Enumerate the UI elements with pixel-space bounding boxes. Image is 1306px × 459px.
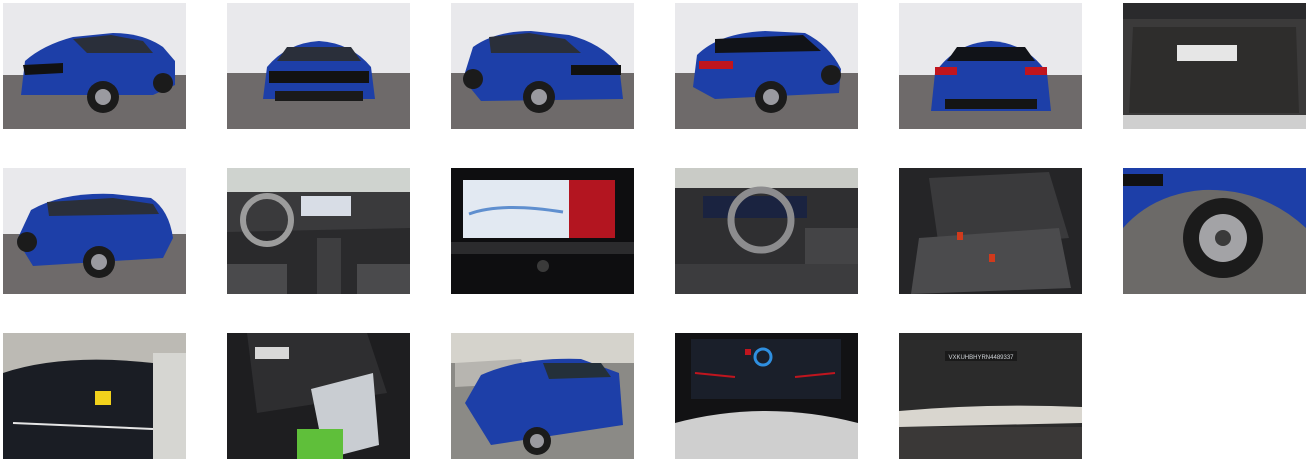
car-front-photo xyxy=(227,3,410,129)
infotainment-screen-photo xyxy=(451,168,634,294)
driver-seat-steering-wheel-photo xyxy=(675,168,858,294)
photo-thumbnail-10[interactable] xyxy=(675,168,858,294)
car-rear-photo xyxy=(899,3,1082,129)
photo-thumbnail-4[interactable] xyxy=(675,3,858,129)
rear-seats-photo xyxy=(899,168,1082,294)
photo-thumbnail-14[interactable] xyxy=(227,333,410,459)
photo-gallery: VXKUHBHYRN4489337 xyxy=(0,0,1306,459)
photo-thumbnail-16[interactable] xyxy=(675,333,858,459)
car-rear-left-photo xyxy=(3,168,186,294)
photo-thumbnail-13[interactable] xyxy=(3,333,186,459)
photo-thumbnail-5[interactable] xyxy=(899,3,1082,129)
wheel-closeup-photo xyxy=(1123,168,1306,294)
photo-thumbnail-1[interactable] xyxy=(3,3,186,129)
vin-plate-photo: VXKUHBHYRN4489337 xyxy=(899,333,1082,459)
photo-thumbnail-3[interactable] xyxy=(451,3,634,129)
photo-thumbnail-2[interactable] xyxy=(227,3,410,129)
roof-closeup-photo xyxy=(3,333,186,459)
photo-thumbnail-12[interactable] xyxy=(1123,168,1306,294)
photo-thumbnail-11[interactable] xyxy=(899,168,1082,294)
vin-plate-text: VXKUHBHYRN4489337 xyxy=(948,355,1014,361)
car-rear-right-photo xyxy=(675,3,858,129)
photo-thumbnail-15[interactable] xyxy=(451,333,634,459)
photo-thumbnail-6[interactable] xyxy=(1123,3,1306,129)
car-front-right-photo xyxy=(451,3,634,129)
car-front-left-photo xyxy=(3,3,186,129)
car-front-lot-photo xyxy=(451,333,634,459)
trunk-interior-photo xyxy=(1123,3,1306,129)
photo-thumbnail-7[interactable] xyxy=(3,168,186,294)
photo-thumbnail-17[interactable]: VXKUHBHYRN4489337 xyxy=(899,333,1082,459)
glovebox-manual-photo xyxy=(227,333,410,459)
photo-thumbnail-8[interactable] xyxy=(227,168,410,294)
instrument-cluster-photo xyxy=(675,333,858,459)
photo-thumbnail-9[interactable] xyxy=(451,168,634,294)
dashboard-interior-photo xyxy=(227,168,410,294)
